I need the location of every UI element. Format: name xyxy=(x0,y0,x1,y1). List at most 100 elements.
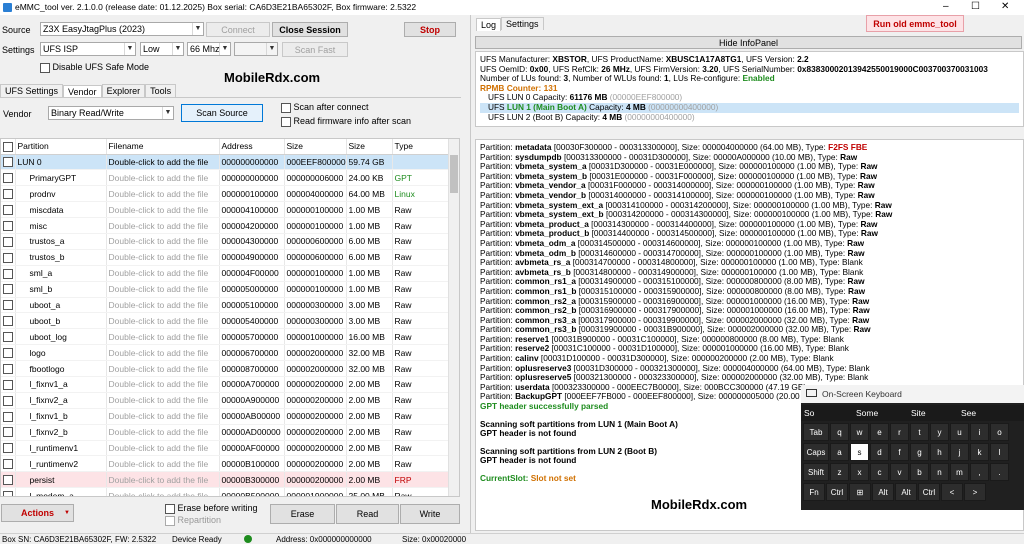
row-checkbox[interactable] xyxy=(1,249,16,266)
checkbox[interactable] xyxy=(3,459,13,470)
checkbox[interactable] xyxy=(3,300,13,311)
key-char[interactable]: w xyxy=(850,423,869,441)
table-row[interactable]: LUN 0 Double-click to add the file 0000000… xyxy=(1,154,449,171)
connect-button[interactable]: Connect xyxy=(206,22,270,37)
key-char[interactable]: , xyxy=(970,463,989,481)
key-ctrl[interactable]: Ctrl xyxy=(826,483,848,501)
read-button[interactable]: Read xyxy=(336,504,399,524)
partition-name[interactable]: trustos_a xyxy=(15,233,107,250)
checkbox[interactable] xyxy=(3,491,13,496)
partition-name[interactable]: prodnv xyxy=(15,185,107,203)
tab-explorer[interactable]: Explorer xyxy=(101,84,146,97)
key-char[interactable]: k xyxy=(970,443,989,461)
key-char[interactable]: q xyxy=(830,423,849,441)
checkbox[interactable] xyxy=(3,348,13,358)
key-char[interactable]: i xyxy=(970,423,989,441)
filename-cell[interactable]: Double-click to add the file xyxy=(106,360,220,377)
partition-name[interactable]: PrimaryGPT xyxy=(15,169,107,187)
minimize-icon[interactable]: – xyxy=(943,1,949,12)
filename-cell[interactable]: Double-click to add the file xyxy=(106,217,220,234)
partition-name[interactable]: uboot_b xyxy=(15,312,107,330)
scan-after-connect-checkbox[interactable] xyxy=(281,102,291,113)
key-char[interactable]: y xyxy=(930,423,949,441)
on-screen-keyboard[interactable]: On-Screen Keyboard So Some Site See Tab q… xyxy=(801,385,1024,510)
stop-button[interactable]: Stop xyxy=(404,22,456,37)
tab-tools[interactable]: Tools xyxy=(145,84,177,97)
key-char[interactable]: t xyxy=(910,423,929,441)
table-row[interactable]: sml_b Double-click to add the file 0000050… xyxy=(1,281,449,298)
partition-name[interactable]: l_runtimenv1 xyxy=(15,440,107,457)
filename-cell[interactable]: Double-click to add the file xyxy=(106,376,220,393)
header-size-hex[interactable]: Size xyxy=(284,139,347,155)
key-char[interactable]: z xyxy=(830,463,849,481)
checkbox[interactable] xyxy=(3,316,13,327)
scan-fast-button[interactable]: Scan Fast xyxy=(282,42,348,57)
clock-select[interactable]: 66 Mhz ▼ xyxy=(187,42,231,56)
row-checkbox[interactable] xyxy=(1,408,16,425)
partition-name[interactable]: uboot_log xyxy=(15,328,107,346)
filename-cell[interactable]: Double-click to add the file xyxy=(106,392,220,409)
filename-cell[interactable]: Double-click to add the file xyxy=(106,154,220,171)
row-checkbox[interactable] xyxy=(1,201,16,219)
table-row[interactable]: PrimaryGPT Double-click to add the file 00… xyxy=(1,169,449,187)
checkbox[interactable] xyxy=(3,475,13,486)
row-checkbox[interactable] xyxy=(1,455,16,473)
key-alt[interactable]: Alt xyxy=(895,483,917,501)
checkbox[interactable] xyxy=(3,411,13,422)
table-row[interactable]: l_fixnv2_b Double-click to add the file 00… xyxy=(1,424,449,441)
key-char[interactable]: x xyxy=(850,463,869,481)
partition-name[interactable]: l_runtimenv2 xyxy=(15,455,107,473)
checkbox[interactable] xyxy=(3,157,13,168)
filename-cell[interactable]: Double-click to add the file xyxy=(106,297,220,314)
key-char[interactable]: u xyxy=(950,423,969,441)
partition-name[interactable]: sml_b xyxy=(15,281,107,298)
partition-name[interactable]: miscdata xyxy=(15,201,107,219)
osk-titlebar[interactable]: On-Screen Keyboard xyxy=(801,385,1024,403)
header-size[interactable]: Size xyxy=(346,139,393,155)
partition-name[interactable]: sml_a xyxy=(15,265,107,282)
filename-cell[interactable]: Double-click to add the file xyxy=(106,408,220,425)
checkbox[interactable] xyxy=(3,252,13,263)
table-row[interactable]: sml_a Double-click to add the file 000004F… xyxy=(1,265,449,282)
filename-cell[interactable]: Double-click to add the file xyxy=(106,249,220,266)
row-checkbox[interactable] xyxy=(1,344,16,362)
key-ctrl[interactable]: Ctrl xyxy=(918,483,940,501)
close-icon[interactable]: ✕ xyxy=(1001,1,1009,12)
row-checkbox[interactable] xyxy=(1,185,16,203)
safe-mode-checkbox[interactable] xyxy=(40,62,50,73)
suggestion-item[interactable]: Some xyxy=(856,408,878,418)
key-char[interactable]: f xyxy=(890,443,909,461)
actions-dropdown-icon[interactable]: ▼ xyxy=(64,510,70,516)
row-checkbox[interactable] xyxy=(1,440,16,457)
row-checkbox[interactable] xyxy=(1,392,16,409)
key-char[interactable]: j xyxy=(950,443,969,461)
extra-select[interactable]: ▼ xyxy=(234,42,278,56)
checkbox[interactable] xyxy=(3,379,13,390)
row-checkbox[interactable] xyxy=(1,487,16,496)
filename-cell[interactable]: Double-click to add the file xyxy=(106,201,220,219)
read-fw-info-checkbox[interactable] xyxy=(281,116,291,127)
scan-after-connect-option[interactable]: Scan after connect xyxy=(281,102,369,113)
table-row[interactable]: l_fixnv1_b Double-click to add the file 00… xyxy=(1,408,449,425)
table-row[interactable]: uboot_log Double-click to add the file 000… xyxy=(1,328,449,346)
key-char[interactable]: c xyxy=(870,463,889,481)
partition-name[interactable]: l_fixnv1_a xyxy=(15,376,107,393)
filename-cell[interactable]: Double-click to add the file xyxy=(106,344,220,362)
filename-cell[interactable]: Double-click to add the file xyxy=(106,312,220,330)
key-char[interactable]: g xyxy=(910,443,929,461)
key-char[interactable]: o xyxy=(990,423,1009,441)
vendor-select[interactable]: Binary Read/Write ▼ xyxy=(48,106,174,120)
erase-button[interactable]: Erase xyxy=(270,504,335,524)
key-char[interactable]: . xyxy=(990,463,1009,481)
key-char[interactable]: l xyxy=(990,443,1009,461)
key-char[interactable]: b xyxy=(910,463,929,481)
write-button[interactable]: Write xyxy=(400,504,460,524)
filename-cell[interactable]: Double-click to add the file xyxy=(106,328,220,346)
suggestion-item[interactable]: Site xyxy=(911,408,926,418)
safe-mode-option[interactable]: Disable UFS Safe Mode xyxy=(40,62,149,73)
interface-select[interactable]: UFS ISP ▼ xyxy=(40,42,136,56)
filename-cell[interactable]: Double-click to add the file xyxy=(106,265,220,282)
erase-before-writing-option[interactable]: Erase before writing xyxy=(165,503,258,514)
table-row[interactable]: fbootlogo Double-click to add the file 000… xyxy=(1,360,449,377)
checkbox[interactable] xyxy=(3,363,13,374)
